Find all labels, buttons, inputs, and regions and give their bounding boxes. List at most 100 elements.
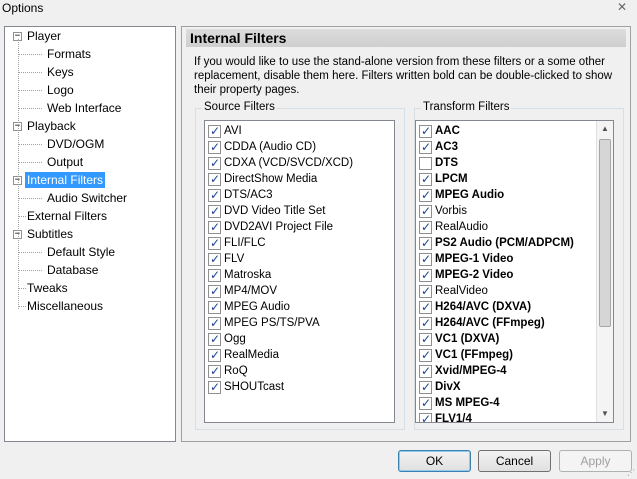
checkbox[interactable]: ✓ xyxy=(419,188,432,202)
checkbox[interactable]: ✓ xyxy=(419,332,432,346)
source-filter-label: MP4/MOV xyxy=(224,285,278,297)
checkbox[interactable]: ✓ xyxy=(419,140,432,154)
checkbox[interactable]: ✓ xyxy=(208,348,221,362)
checkbox[interactable]: ✓ xyxy=(419,124,432,138)
source-filter-label: MPEG Audio xyxy=(224,301,290,313)
checkbox[interactable]: ✓ xyxy=(208,188,221,202)
tree-connector xyxy=(18,252,42,253)
tree-node-label: Miscellaneous xyxy=(27,299,104,313)
tree-connector xyxy=(18,72,42,73)
apply-button[interactable]: Apply xyxy=(559,450,632,472)
checkbox[interactable]: ✓ xyxy=(419,268,432,282)
checkbox[interactable]: ✓ xyxy=(208,172,221,186)
tree-node-label: Formats xyxy=(47,47,92,61)
checkbox[interactable]: ✓ xyxy=(419,284,432,298)
tree-node-label: DVD/OGM xyxy=(47,137,105,151)
checkbox[interactable]: ✓ xyxy=(419,412,432,422)
check-icon: ✓ xyxy=(210,140,221,154)
options-tree[interactable]: − Player Formats Keys Logo Web Interface − Play… xyxy=(4,26,176,442)
checkbox[interactable]: ✓ xyxy=(208,316,221,330)
transform-filter-label: DivX xyxy=(435,381,461,393)
checkbox[interactable]: ✓ xyxy=(419,172,432,186)
checkbox[interactable]: ✓ xyxy=(419,220,432,234)
source-filter-label: Matroska xyxy=(224,269,272,281)
tree-node-label: Audio Switcher xyxy=(47,191,128,205)
tree-connector xyxy=(18,108,42,109)
check-icon: ✓ xyxy=(210,204,221,218)
transform-filter-label: PS2 Audio (PCM/ADPCM) xyxy=(435,237,574,249)
checkbox[interactable]: ✓ xyxy=(208,220,221,234)
tree-node-label: Subtitles xyxy=(27,227,74,241)
check-icon: ✓ xyxy=(210,348,221,362)
scroll-up-icon[interactable]: ▲ xyxy=(597,121,613,137)
tree-node-label: External Filters xyxy=(27,209,108,223)
checkbox[interactable]: ✓ xyxy=(208,284,221,298)
tree-connector xyxy=(18,144,42,145)
tree-connector xyxy=(18,54,42,55)
transform-filter-label: Xvid/MPEG-4 xyxy=(435,365,507,377)
page-description: If you would like to use the stand-alone… xyxy=(194,56,613,96)
check-icon: ✓ xyxy=(421,380,432,394)
resize-grip-icon[interactable]: ⋰ xyxy=(627,468,635,477)
checkbox[interactable]: ✓ xyxy=(419,236,432,250)
check-icon: ✓ xyxy=(421,188,432,202)
transform-filters-list[interactable]: ▲ ▼ ✓ AAC ✓ AC3 DTS ✓ LPCM ✓ MPEG Audio ✓ Vorbis ✓ R… xyxy=(415,120,614,423)
tree-connector xyxy=(18,39,19,309)
transform-filter-label: VC1 (FFmpeg) xyxy=(435,349,513,361)
source-filter-label: DVD Video Title Set xyxy=(224,205,326,217)
checkbox[interactable]: ✓ xyxy=(419,380,432,394)
checkbox[interactable]: ✓ xyxy=(208,156,221,170)
checkbox[interactable]: ✓ xyxy=(208,140,221,154)
check-icon: ✓ xyxy=(421,252,432,266)
check-icon: ✓ xyxy=(421,268,432,282)
checkbox[interactable]: ✓ xyxy=(419,396,432,410)
source-filters-list[interactable]: ✓ AVI ✓ CDDA (Audio CD) ✓ CDXA (VCD/SVCD/XCD)… xyxy=(204,120,395,423)
checkbox[interactable]: ✓ xyxy=(208,204,221,218)
checkbox[interactable]: ✓ xyxy=(208,300,221,314)
checkbox[interactable]: ✓ xyxy=(419,348,432,362)
cancel-button[interactable]: Cancel xyxy=(478,450,551,472)
checkbox[interactable]: ✓ xyxy=(208,380,221,394)
scroll-thumb[interactable] xyxy=(599,139,611,327)
checkbox[interactable]: ✓ xyxy=(208,252,221,266)
tree-node-label: Internal Filters xyxy=(25,172,106,188)
transform-filter-label: MS MPEG-4 xyxy=(435,397,500,409)
scroll-down-icon[interactable]: ▼ xyxy=(597,406,613,422)
checkbox[interactable]: ✓ xyxy=(208,124,221,138)
source-filter-label: MPEG PS/TS/PVA xyxy=(224,317,320,329)
source-filter-label: SHOUTcast xyxy=(224,381,285,393)
transform-filters-group: Transform Filters ▲ ▼ ✓ AAC ✓ AC3 DTS ✓ LPCM ✓ M… xyxy=(414,101,624,430)
transform-filter-label: MPEG Audio xyxy=(435,189,505,201)
check-icon: ✓ xyxy=(421,236,432,250)
check-icon: ✓ xyxy=(210,188,221,202)
check-icon: ✓ xyxy=(421,124,432,138)
checkbox[interactable]: ✓ xyxy=(419,364,432,378)
transform-filter-label: VC1 (DXVA) xyxy=(435,333,500,345)
transform-scrollbar[interactable]: ▲ ▼ xyxy=(596,121,613,422)
checkbox[interactable]: ✓ xyxy=(419,252,432,266)
checkbox[interactable]: ✓ xyxy=(208,364,221,378)
checkbox[interactable]: ✓ xyxy=(419,204,432,218)
checkbox[interactable] xyxy=(419,157,432,170)
source-filter-label: AVI xyxy=(224,125,242,137)
check-icon: ✓ xyxy=(421,300,432,314)
checkbox[interactable]: ✓ xyxy=(208,236,221,250)
check-icon: ✓ xyxy=(421,332,432,346)
checkbox[interactable]: ✓ xyxy=(419,300,432,314)
check-icon: ✓ xyxy=(421,284,432,298)
tree-connector xyxy=(18,90,42,91)
page-header: Internal Filters xyxy=(186,29,626,47)
tree-node-label: Tweaks xyxy=(27,281,68,295)
checkbox[interactable]: ✓ xyxy=(208,268,221,282)
ok-button[interactable]: OK xyxy=(398,450,471,472)
check-icon: ✓ xyxy=(210,156,221,170)
tree-node-label: Logo xyxy=(47,83,74,97)
checkbox[interactable]: ✓ xyxy=(208,332,221,346)
check-icon: ✓ xyxy=(421,172,432,186)
source-filter-label: DTS/AC3 xyxy=(224,189,273,201)
checkbox[interactable]: ✓ xyxy=(419,316,432,330)
tree-connector xyxy=(18,270,42,271)
source-filter-label: CDDA (Audio CD) xyxy=(224,141,317,153)
close-icon[interactable]: ✕ xyxy=(617,0,627,14)
check-icon: ✓ xyxy=(210,300,221,314)
